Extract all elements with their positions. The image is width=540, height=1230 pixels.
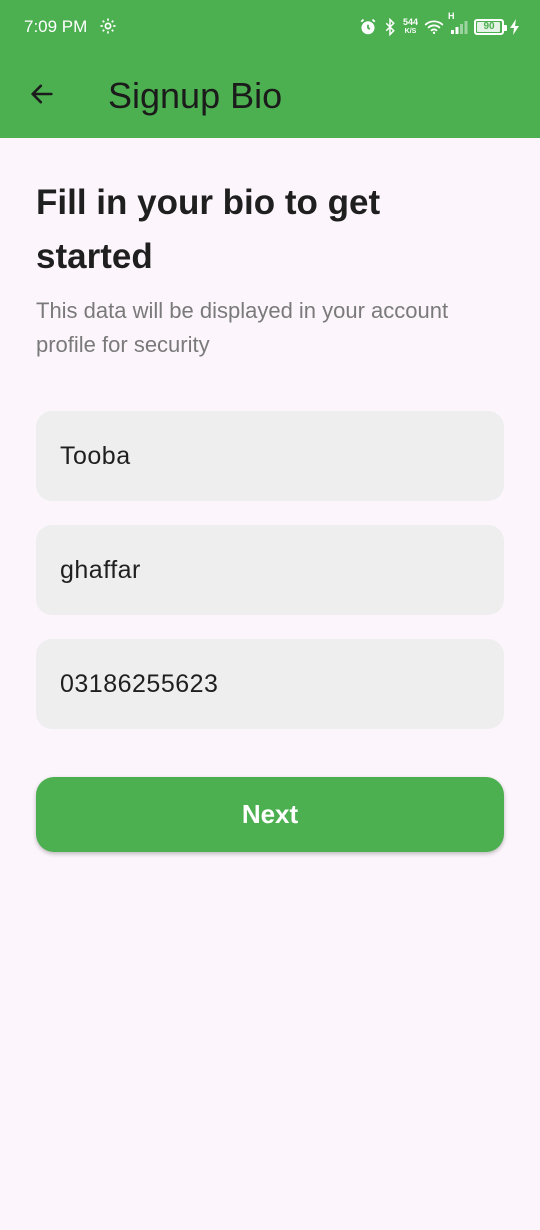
first-name-field-container bbox=[36, 411, 504, 501]
phone-field-container bbox=[36, 639, 504, 729]
status-icons: 544 K/S H 90 bbox=[359, 11, 520, 40]
last-name-field[interactable] bbox=[36, 525, 504, 615]
page-title: Signup Bio bbox=[108, 75, 283, 116]
phone-field[interactable] bbox=[36, 639, 504, 729]
battery-level: 90 bbox=[483, 21, 495, 32]
bluetooth-icon bbox=[383, 18, 397, 36]
wifi-icon bbox=[424, 19, 444, 35]
back-button[interactable] bbox=[24, 78, 60, 114]
bio-heading: Fill in your bio to get started bbox=[36, 183, 381, 276]
gear-icon bbox=[99, 17, 117, 35]
charging-icon bbox=[510, 19, 520, 35]
app-bar: 7:09 PM 544 K/S H 90 Signup Bio bbox=[0, 0, 540, 138]
first-name-field[interactable] bbox=[36, 411, 504, 501]
status-time: 7:09 PM bbox=[24, 17, 88, 36]
next-button[interactable]: Next bbox=[36, 777, 504, 852]
network-speed-unit: K/S bbox=[404, 28, 417, 35]
network-speed-value: 544 bbox=[402, 17, 418, 27]
last-name-field-container bbox=[36, 525, 504, 615]
signal-icon: H bbox=[448, 11, 468, 35]
network-type: H bbox=[448, 11, 455, 21]
network-speed: 544 K/S bbox=[403, 18, 418, 36]
bio-subheading: This data will be displayed in your acco… bbox=[36, 298, 449, 357]
status-bar: 7:09 PM 544 K/S H 90 bbox=[0, 0, 540, 54]
arrow-left-icon bbox=[28, 80, 56, 113]
battery-icon: 90 bbox=[474, 19, 507, 35]
alarm-icon bbox=[359, 18, 377, 36]
